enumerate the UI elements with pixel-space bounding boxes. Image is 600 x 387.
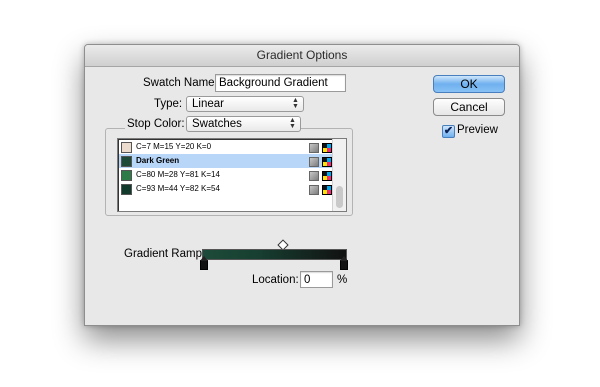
stop-color-popup[interactable]: Swatches ▲ ▼ [186, 116, 301, 132]
swatch-color-chip [121, 142, 132, 153]
location-field[interactable]: 0 [300, 271, 333, 288]
tint-swatch-icon [309, 143, 319, 153]
tint-swatch-icon [309, 171, 319, 181]
swatch-row[interactable]: C=93 M=44 Y=82 K=54 [119, 182, 332, 196]
gradient-ramp-label: Gradient Ramp [124, 248, 202, 260]
scrollbar-thumb[interactable] [336, 186, 343, 208]
stop-color-popup-value: Swatches [192, 118, 242, 130]
ok-button[interactable]: OK [433, 75, 505, 93]
gradient-options-dialog: Gradient Options Swatch Name: Background… [84, 44, 520, 326]
swatch-color-chip [121, 170, 132, 181]
window-title: Gradient Options [85, 45, 519, 67]
swatch-color-chip [121, 184, 132, 195]
process-color-icon [322, 185, 332, 195]
process-color-icon [322, 171, 332, 181]
gradient-stop-right-icon[interactable] [340, 256, 348, 270]
swatch-row[interactable]: C=80 M=28 Y=81 K=14 [119, 168, 332, 182]
gradient-ramp[interactable] [202, 249, 347, 260]
swatch-name: C=80 M=28 Y=81 K=14 [136, 170, 220, 179]
swatch-name: Dark Green [136, 156, 180, 165]
preview-label: Preview [457, 124, 498, 136]
popup-arrows-icon: ▲ ▼ [292, 97, 299, 110]
process-color-icon [322, 157, 332, 167]
tint-swatch-icon [309, 157, 319, 167]
swatch-name-label: Swatch Name: [143, 77, 218, 89]
tint-swatch-icon [309, 185, 319, 195]
cancel-button[interactable]: Cancel [433, 98, 505, 116]
location-unit: % [337, 274, 348, 286]
location-label: Location: [252, 274, 299, 286]
swatch-name: C=93 M=44 Y=82 K=54 [136, 184, 220, 193]
stop-color-label: Stop Color: [125, 118, 187, 130]
popup-arrows-icon: ▲ ▼ [289, 117, 296, 130]
swatch-list-scrollbar[interactable] [332, 139, 346, 211]
swatch-row[interactable]: Dark Green [119, 154, 332, 168]
swatch-color-chip [121, 156, 132, 167]
swatch-name: C=7 M=15 Y=20 K=0 [136, 142, 212, 151]
type-popup-value: Linear [192, 98, 224, 110]
type-popup[interactable]: Linear ▲ ▼ [186, 96, 304, 112]
swatch-row[interactable]: C=7 M=15 Y=20 K=0 [119, 140, 332, 154]
preview-checkbox[interactable]: ✔ [442, 125, 455, 138]
process-color-icon [322, 143, 332, 153]
swatch-list[interactable]: C=7 M=15 Y=20 K=0 Dark Green C=80 M=28 Y… [117, 138, 347, 212]
swatch-name-field[interactable]: Background Gradient [215, 74, 346, 92]
type-label: Type: [154, 98, 183, 110]
gradient-stop-left-icon[interactable] [200, 256, 208, 270]
